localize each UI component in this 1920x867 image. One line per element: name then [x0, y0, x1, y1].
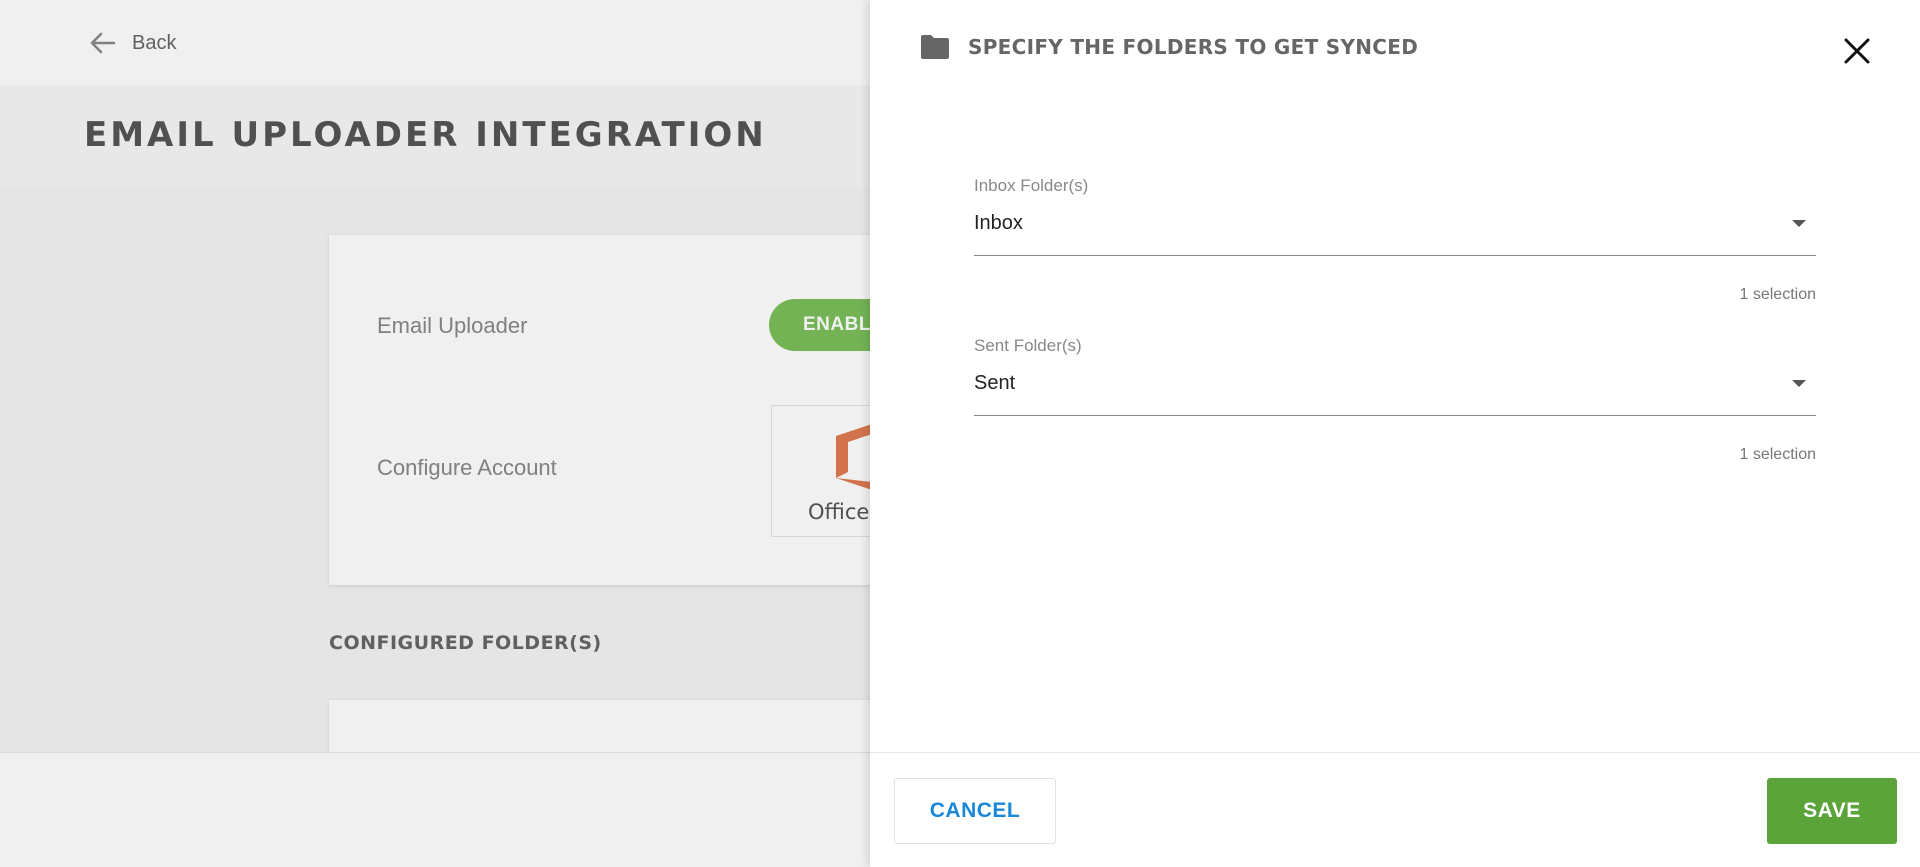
inbox-folder-select[interactable]: Inbox — [974, 210, 1816, 256]
close-button[interactable] — [1840, 34, 1874, 68]
close-icon — [1844, 38, 1870, 64]
chevron-down-icon — [1792, 380, 1806, 387]
save-button[interactable]: SAVE — [1767, 778, 1897, 844]
inbox-folder-field: Inbox Folder(s) Inbox 1 selection — [974, 176, 1816, 303]
folder-icon — [921, 35, 949, 59]
modal-overlay[interactable] — [0, 0, 870, 867]
sent-folder-value: Sent — [974, 372, 1016, 394]
sent-folder-field: Sent Folder(s) Sent 1 selection — [974, 336, 1816, 463]
cancel-button[interactable]: CANCEL — [894, 778, 1056, 844]
sent-selection-count: 1 selection — [1739, 446, 1817, 463]
inbox-folder-label: Inbox Folder(s) — [974, 176, 1089, 195]
inbox-folder-value: Inbox — [974, 212, 1023, 234]
chevron-down-icon — [1792, 220, 1806, 227]
panel-footer: CANCEL SAVE — [870, 752, 1920, 867]
panel-header: SPECIFY THE FOLDERS TO GET SYNCED — [920, 34, 1418, 60]
sent-folder-label: Sent Folder(s) — [974, 336, 1082, 355]
folder-sync-panel: SPECIFY THE FOLDERS TO GET SYNCED Inbox … — [870, 0, 1920, 867]
inbox-selection-count: 1 selection — [1739, 286, 1817, 303]
sent-folder-select[interactable]: Sent — [974, 370, 1816, 416]
panel-title: SPECIFY THE FOLDERS TO GET SYNCED — [968, 35, 1419, 59]
